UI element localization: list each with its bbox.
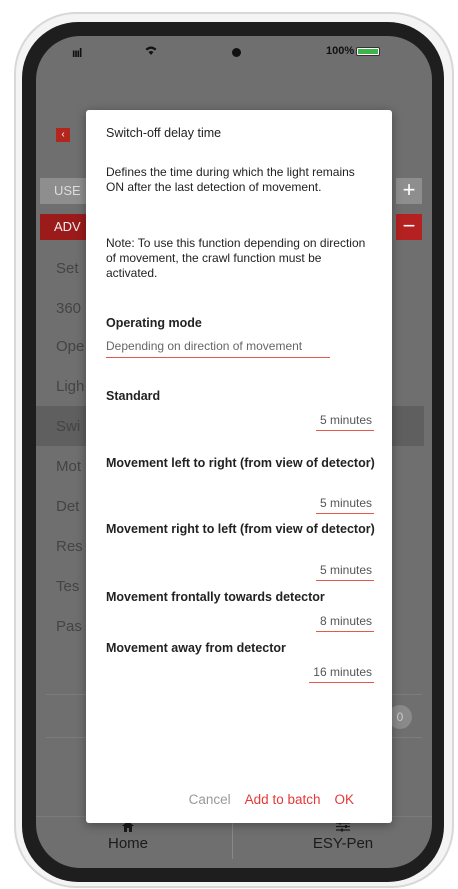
- operating-mode-label: Operating mode: [106, 316, 202, 330]
- collapse-minus-icon[interactable]: −: [396, 214, 422, 240]
- bottom-tab-bar: Home ESY-Pen: [36, 816, 432, 868]
- setting-label-right-to-left: Movement right to left (from view of det…: [106, 522, 375, 536]
- dialog-title: Switch-off delay time: [106, 126, 222, 140]
- tab-home[interactable]: Home: [98, 821, 158, 852]
- list-item[interactable]: Swi: [56, 418, 80, 435]
- battery-indicator: 100%: [326, 45, 381, 57]
- list-item[interactable]: Det: [56, 498, 79, 515]
- dialog-actions: Cancel Add to batch OK: [189, 792, 354, 807]
- setting-value-left-to-right[interactable]: 5 minutes: [315, 496, 374, 514]
- front-camera: [232, 48, 241, 57]
- add-to-batch-button[interactable]: Add to batch: [245, 792, 321, 807]
- setting-value-right-to-left[interactable]: 5 minutes: [315, 563, 374, 581]
- list-item[interactable]: Res: [56, 538, 83, 555]
- list-item[interactable]: Set: [56, 260, 79, 277]
- battery-percent: 100%: [326, 45, 355, 57]
- battery-icon: [356, 46, 381, 56]
- list-item[interactable]: 360: [56, 300, 81, 317]
- wifi-icon: [143, 43, 159, 59]
- tab-esy-pen-label: ESY-Pen: [312, 835, 374, 852]
- setting-value-away[interactable]: 16 minutes: [309, 665, 374, 683]
- tab-divider: [232, 823, 233, 859]
- switch-off-delay-dialog: Switch-off delay time Defines the time d…: [86, 110, 392, 823]
- signal-icon: ıııl: [72, 46, 82, 60]
- list-item[interactable]: Ope: [56, 338, 84, 355]
- back-icon[interactable]: ‹: [56, 128, 70, 142]
- list-item[interactable]: Tes: [56, 578, 79, 595]
- tab-esy-pen[interactable]: ESY-Pen: [298, 821, 388, 852]
- operating-mode-select[interactable]: Depending on direction of movement: [106, 339, 330, 358]
- setting-label-standard: Standard: [106, 389, 161, 403]
- setting-label-away: Movement away from detector: [106, 641, 286, 655]
- setting-label-frontally: Movement frontally towards detector: [106, 590, 325, 604]
- list-item[interactable]: Pas: [56, 618, 82, 635]
- ok-button[interactable]: OK: [334, 792, 354, 807]
- expand-plus-icon[interactable]: +: [396, 178, 422, 204]
- sliders-icon: [298, 821, 388, 835]
- setting-value-standard[interactable]: 5 minutes: [315, 413, 374, 431]
- cancel-button[interactable]: Cancel: [189, 792, 231, 807]
- list-item[interactable]: Mot: [56, 458, 81, 475]
- home-icon: [98, 821, 158, 835]
- list-item[interactable]: Ligh: [56, 378, 84, 395]
- dialog-description: Defines the time during which the light …: [106, 165, 355, 194]
- setting-label-left-to-right: Movement left to right (from view of det…: [106, 456, 375, 470]
- tab-home-label: Home: [107, 835, 148, 852]
- dialog-note: Note: To use this function depending on …: [106, 236, 366, 280]
- setting-value-frontally[interactable]: 8 minutes: [315, 614, 374, 632]
- status-bar: ıııl 100%: [36, 36, 432, 70]
